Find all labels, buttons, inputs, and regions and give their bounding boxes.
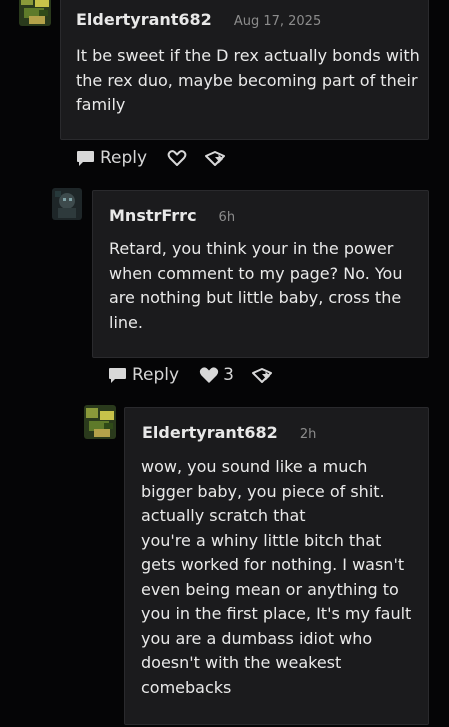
timestamp: Aug 17, 2025 — [233, 14, 322, 29]
comment-header: MnstrFrrc 6h — [109, 206, 235, 225]
like-button[interactable]: 3 — [199, 365, 234, 385]
comment-body: Retard, you think your in the power when… — [109, 237, 402, 335]
username[interactable]: Eldertyrant682 — [76, 10, 212, 29]
comment-text-line: you're a whiny little bitch that — [141, 530, 382, 550]
like-count: 3 — [223, 365, 234, 385]
reply-button[interactable]: Reply — [108, 365, 179, 385]
comment-header: Eldertyrant682 2h — [142, 423, 316, 442]
comment-text-line: doesn't with the weakest — [141, 653, 342, 672]
comment-text-line: gets worked for nothing. I wasn't — [141, 555, 405, 574]
comment-text-line: family — [76, 95, 126, 114]
comment-text-line: wow, you sound like a much — [141, 457, 368, 476]
comment-thread: Eldertyrant682 Aug 17, 2025 It be sweet … — [0, 0, 449, 727]
comment-text-line: line. — [109, 312, 143, 332]
comment-text-line: actually scratch that — [141, 506, 306, 525]
comment-body: wow, you sound like a much bigger baby, … — [141, 455, 411, 700]
comment-text-line: you are a dumbass idiot who — [141, 628, 373, 648]
share-icon — [251, 368, 272, 383]
avatar-image-icon — [84, 405, 116, 439]
reply-label: Reply — [100, 148, 148, 168]
reply-label: Reply — [132, 365, 180, 385]
avatar-image-icon — [19, 0, 51, 26]
heart-outline-icon — [167, 150, 187, 166]
avatar[interactable] — [84, 405, 116, 439]
avatar[interactable] — [19, 0, 51, 26]
timestamp: 6h — [218, 210, 236, 225]
share-button[interactable] — [205, 149, 226, 167]
comment-text-line: when comment to my page? No. You — [109, 263, 403, 283]
comment-text-line: bigger baby, you piece of shit. — [141, 481, 385, 501]
comment-text-line: are nothing but little baby, cross the — [109, 288, 402, 307]
comment-text-line: It be sweet if the D rex actually bonds … — [76, 46, 420, 65]
share-button[interactable] — [251, 366, 272, 384]
timestamp: 2h — [299, 427, 317, 442]
comment-text-line: comebacks — [141, 677, 232, 697]
share-icon — [205, 151, 226, 166]
heart-filled-icon — [199, 367, 219, 383]
username[interactable]: MnstrFrrc — [109, 206, 197, 225]
username[interactable]: Eldertyrant682 — [142, 423, 278, 442]
like-button[interactable] — [167, 149, 187, 167]
avatar-image-icon — [52, 188, 82, 220]
comment-actions: Reply — [76, 147, 226, 169]
comment-text-line: even being mean or anything to — [141, 579, 399, 599]
comment-header: Eldertyrant682 Aug 17, 2025 — [76, 10, 321, 29]
comment-actions: Reply 3 — [108, 364, 272, 386]
comment-text-line: the rex duo, maybe becoming part of thei… — [76, 70, 418, 90]
comment-body: It be sweet if the D rex actually bonds … — [76, 44, 420, 118]
avatar[interactable] — [52, 188, 82, 220]
reply-bubble-icon — [109, 368, 126, 383]
comment-text-line: you in the first place, It's my fault — [141, 604, 412, 623]
reply-bubble-icon — [77, 151, 94, 166]
reply-button[interactable]: Reply — [76, 148, 147, 168]
comment-text-line: Retard, you think your in the power — [109, 239, 394, 258]
